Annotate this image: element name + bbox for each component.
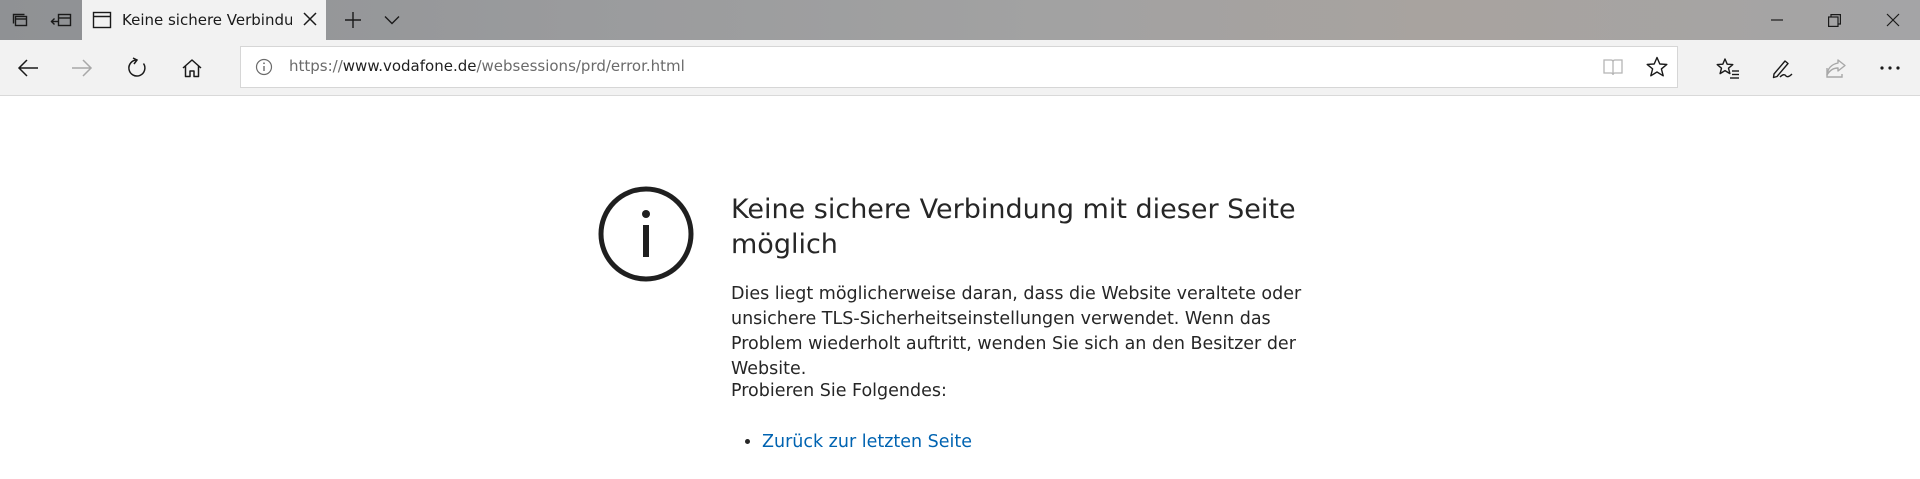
site-info-icon[interactable] [255, 58, 273, 80]
error-page: Keine sichere Verbindung mit dieser Seit… [0, 97, 1920, 479]
back-icon[interactable] [4, 40, 52, 96]
url-path: /websessions/prd/error.html [476, 57, 685, 75]
list-item: Zurück zur letzten Seite [731, 429, 972, 454]
favorite-star-icon[interactable] [1645, 55, 1669, 83]
suggestion-list: Zurück zur letzten Seite [731, 429, 972, 454]
new-tab-icon[interactable] [336, 0, 370, 40]
url-text[interactable]: https://www.vodafone.de/websessions/prd/… [289, 57, 685, 75]
tab-title: Keine sichere Verbindur [122, 11, 292, 29]
tab-list-icon[interactable] [0, 0, 40, 40]
navigation-bar: https://www.vodafone.de/websessions/prd/… [0, 40, 1920, 96]
restore-icon[interactable] [1808, 0, 1860, 40]
forward-icon [58, 40, 106, 96]
set-aside-tabs-icon[interactable] [42, 0, 80, 40]
url-host: www.vodafone.de [342, 57, 477, 75]
minimize-icon[interactable] [1751, 0, 1803, 40]
refresh-icon[interactable] [113, 40, 161, 96]
page-icon [92, 11, 112, 33]
info-icon [597, 185, 695, 287]
home-icon[interactable] [168, 40, 216, 96]
pen-icon[interactable] [1758, 40, 1806, 96]
go-back-link[interactable]: Zurück zur letzten Seite [762, 432, 972, 452]
share-icon [1812, 40, 1860, 96]
error-title: Keine sichere Verbindung mit dieser Seit… [731, 194, 1296, 260]
active-tab[interactable]: Keine sichere Verbindur [82, 0, 326, 40]
close-icon[interactable] [1865, 0, 1920, 40]
more-icon[interactable] [1866, 40, 1914, 96]
tab-preview-chevron-icon[interactable] [374, 0, 410, 40]
try-heading: Probieren Sie Folgendes: [731, 381, 947, 401]
bullet [745, 439, 750, 444]
address-bar[interactable]: https://www.vodafone.de/websessions/prd/… [240, 46, 1678, 88]
error-description: Dies liegt möglicherweise daran, dass di… [731, 284, 1302, 379]
title-bar: Keine sichere Verbindur [0, 0, 1920, 40]
tab-close-icon[interactable] [302, 11, 318, 31]
url-prefix: https:// [289, 57, 343, 75]
favorites-hub-icon[interactable] [1704, 40, 1752, 96]
reading-view-icon [1601, 55, 1625, 83]
